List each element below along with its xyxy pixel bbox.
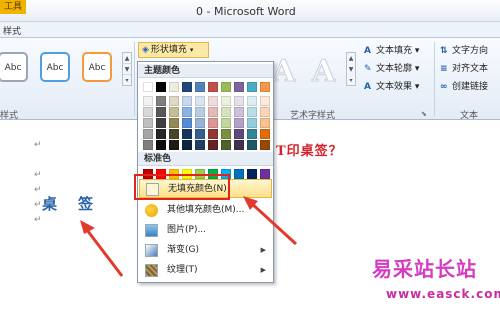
arrow-to-menu-item (243, 196, 298, 246)
annotation-arrows (80, 196, 298, 277)
arrow-to-text (80, 220, 124, 277)
